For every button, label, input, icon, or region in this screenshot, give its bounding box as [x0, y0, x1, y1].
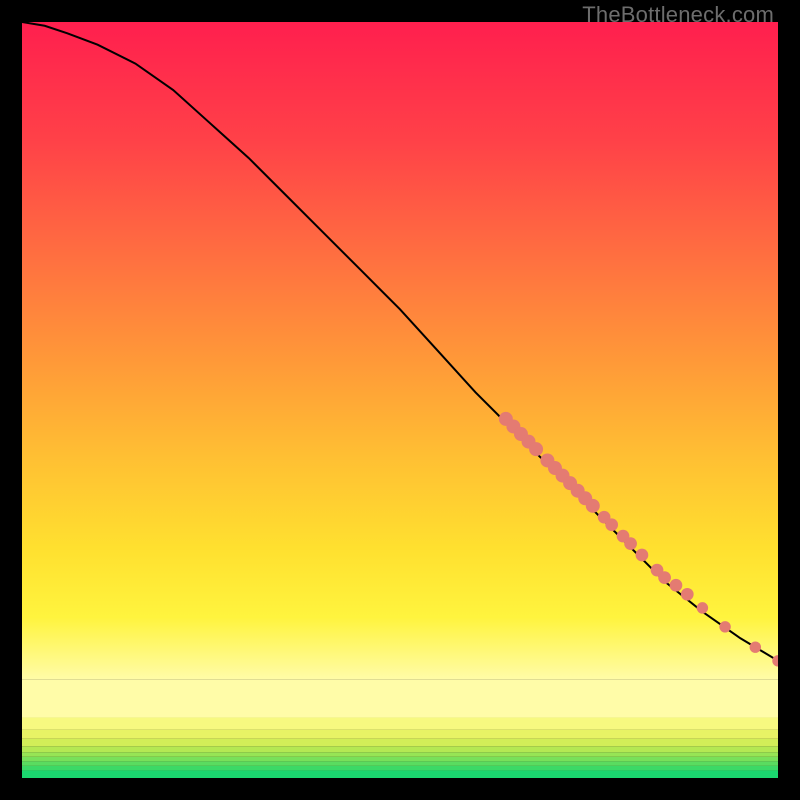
bottleneck-chart — [22, 22, 778, 778]
data-marker — [624, 537, 637, 550]
data-marker — [681, 588, 694, 601]
color-band — [22, 739, 778, 747]
color-band — [22, 761, 778, 766]
watermark-text: TheBottleneck.com — [582, 2, 774, 28]
data-marker — [605, 518, 618, 531]
color-band — [22, 680, 778, 718]
data-marker — [529, 442, 543, 456]
data-marker — [636, 549, 649, 562]
chart-frame — [22, 22, 778, 778]
color-band — [22, 730, 778, 739]
color-band — [22, 752, 778, 757]
data-marker — [697, 602, 708, 613]
data-marker — [750, 641, 761, 652]
data-marker — [719, 621, 730, 632]
color-band — [22, 718, 778, 730]
data-marker — [586, 499, 600, 513]
data-marker — [670, 579, 683, 592]
color-band — [22, 766, 778, 771]
data-marker — [658, 571, 671, 584]
color-band — [22, 746, 778, 752]
color-band — [22, 770, 778, 778]
color-band — [22, 757, 778, 762]
